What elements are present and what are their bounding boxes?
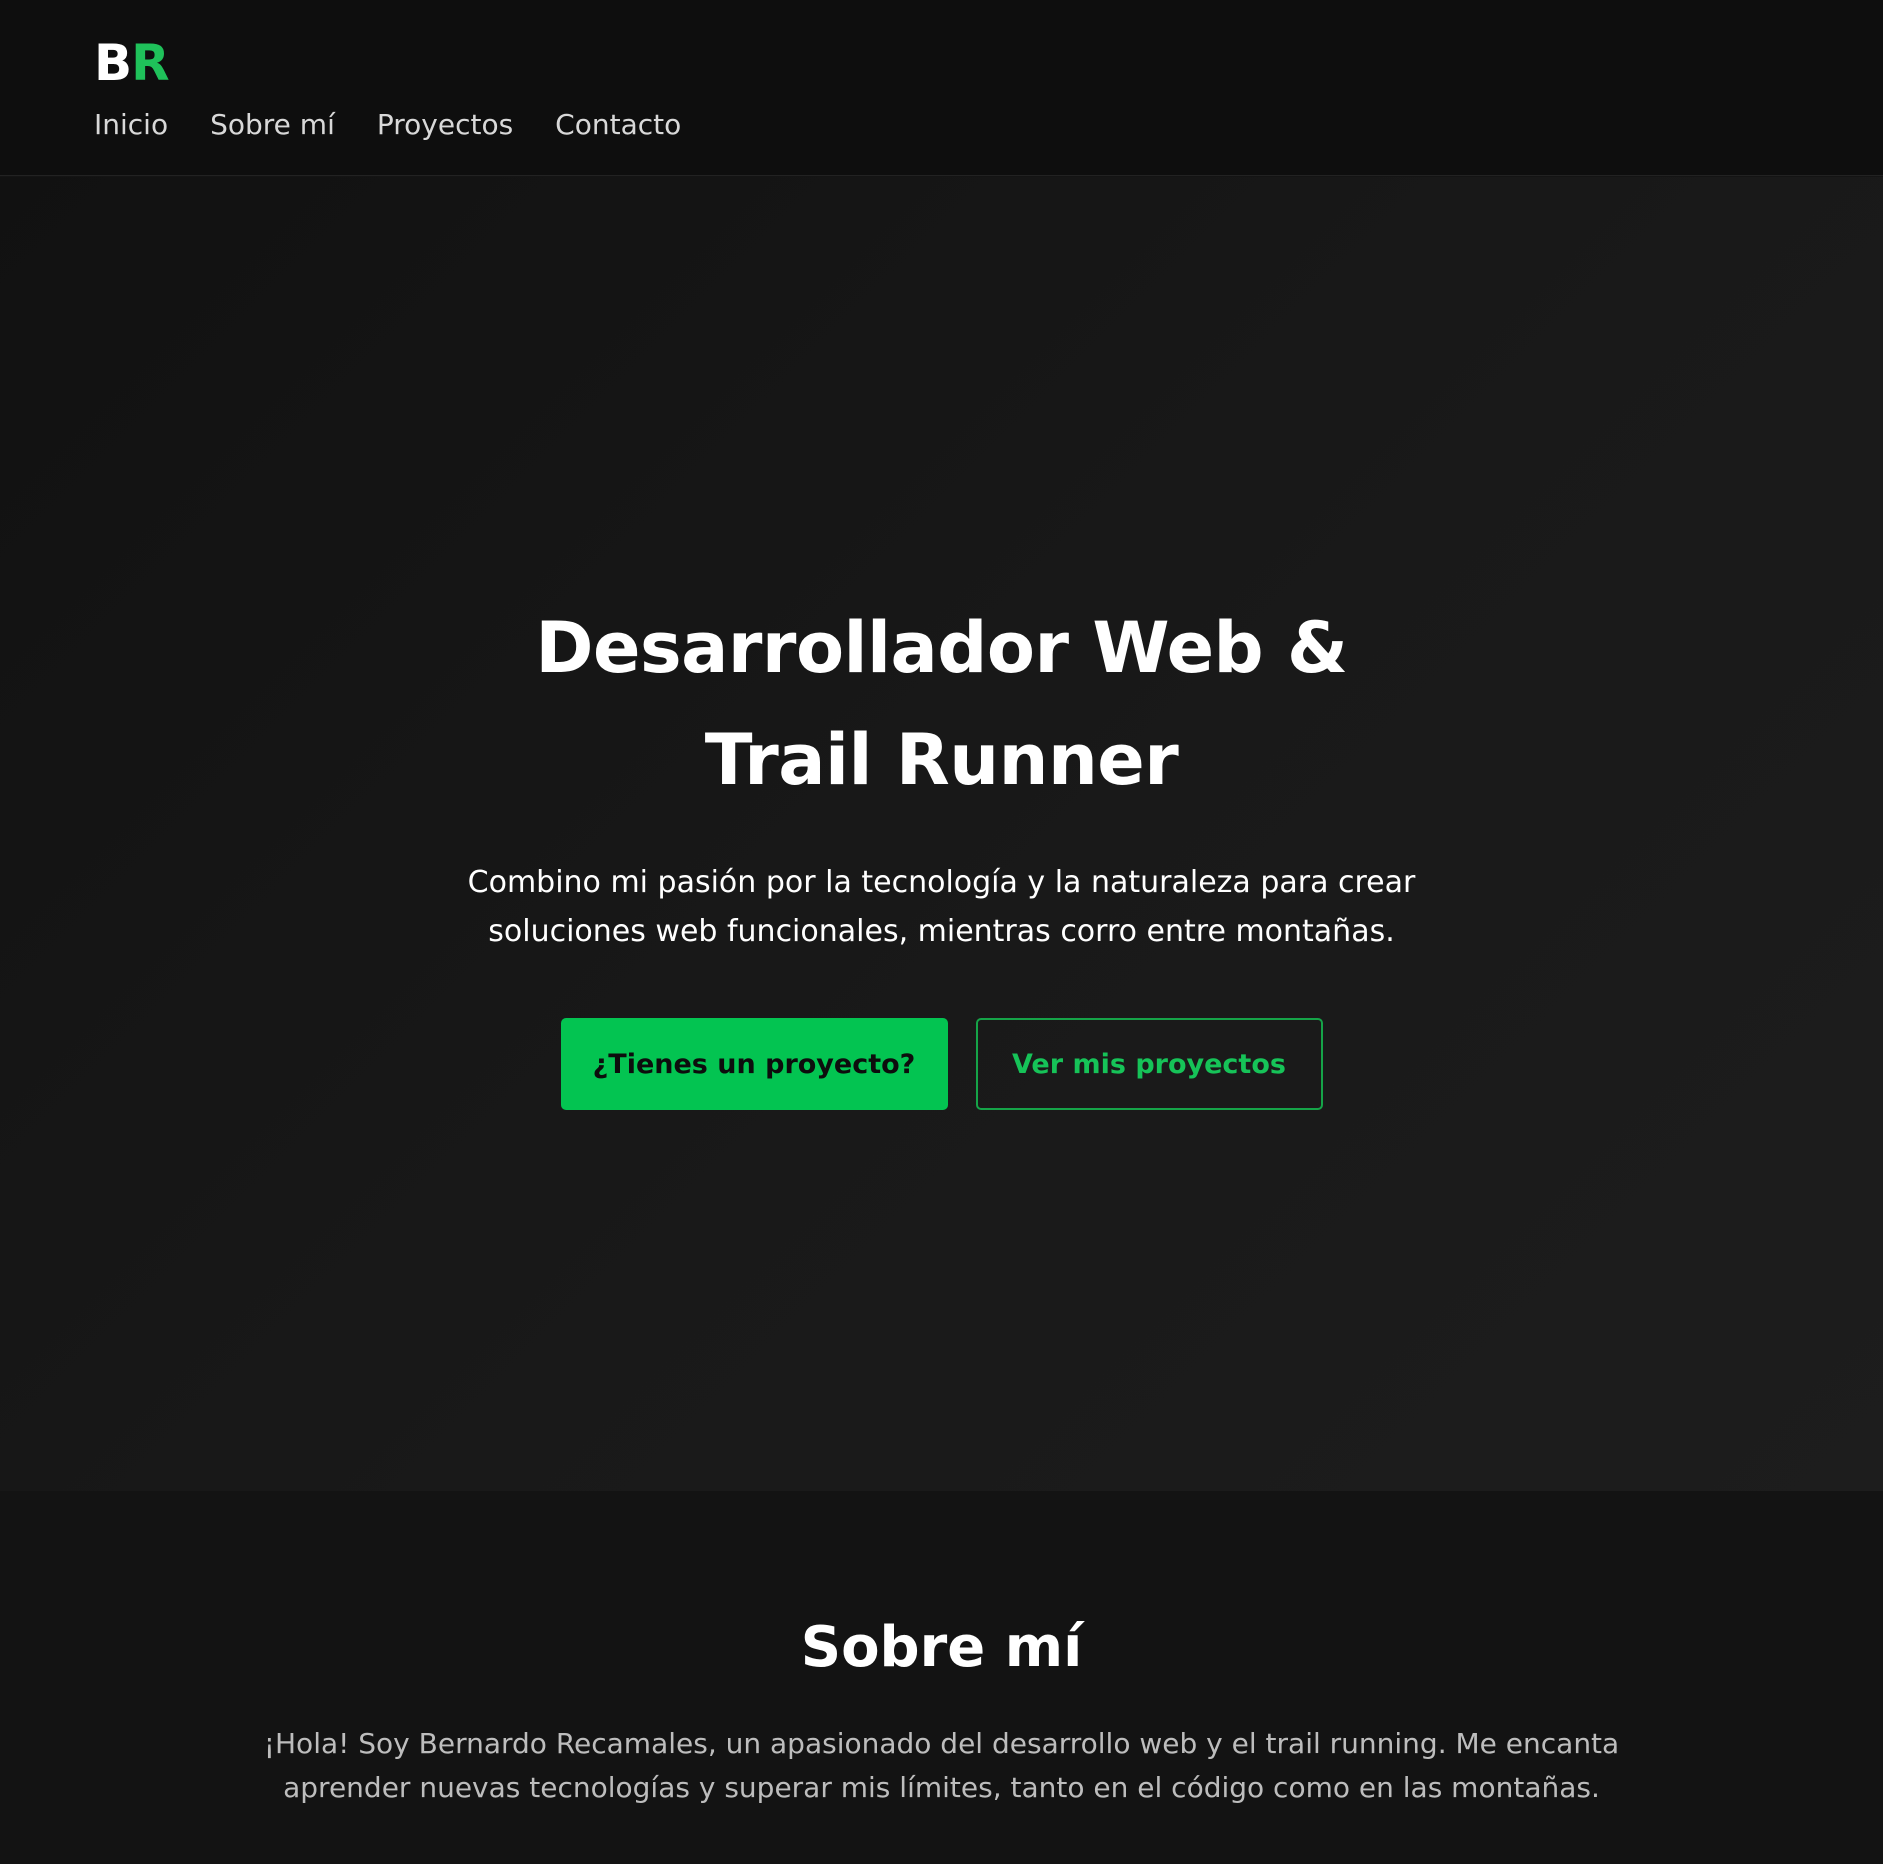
about-text: ¡Hola! Soy Bernardo Recamales, un apasio… bbox=[263, 1727, 1620, 1804]
main-nav: Inicio Sobre mí Proyectos Contacto bbox=[94, 106, 681, 144]
nav-link-inicio[interactable]: Inicio bbox=[94, 106, 168, 144]
logo-letter-b: B bbox=[94, 34, 132, 92]
nav-link-proyectos[interactable]: Proyectos bbox=[377, 106, 513, 144]
nav-link-contacto[interactable]: Contacto bbox=[555, 106, 681, 144]
hero-section: Desarrollador Web & Trail Runner Combino… bbox=[0, 177, 1883, 1491]
nav-link-sobre-mi[interactable]: Sobre mí bbox=[210, 106, 335, 144]
site-logo[interactable]: BR bbox=[94, 34, 170, 92]
hero-title: Desarrollador Web & Trail Runner bbox=[535, 607, 1348, 801]
view-projects-button[interactable]: Ver mis proyectos bbox=[975, 1018, 1323, 1110]
about-section: Sobre mí ¡Hola! Soy Bernardo Recamales, … bbox=[0, 1491, 1883, 1864]
hero-content: Desarrollador Web & Trail Runner Combino… bbox=[0, 592, 1883, 1110]
hero-subtitle: Combino mi pasión por la tecnología y la… bbox=[467, 865, 1416, 949]
site-header: BR Inicio Sobre mí Proyectos Contacto bbox=[0, 0, 1883, 176]
hero-buttons: ¿Tienes un proyecto? Ver mis proyectos bbox=[0, 1018, 1883, 1110]
logo-letter-r: R bbox=[131, 34, 170, 92]
about-title: Sobre mí bbox=[800, 1615, 1083, 1680]
project-contact-button[interactable]: ¿Tienes un proyecto? bbox=[560, 1018, 948, 1110]
